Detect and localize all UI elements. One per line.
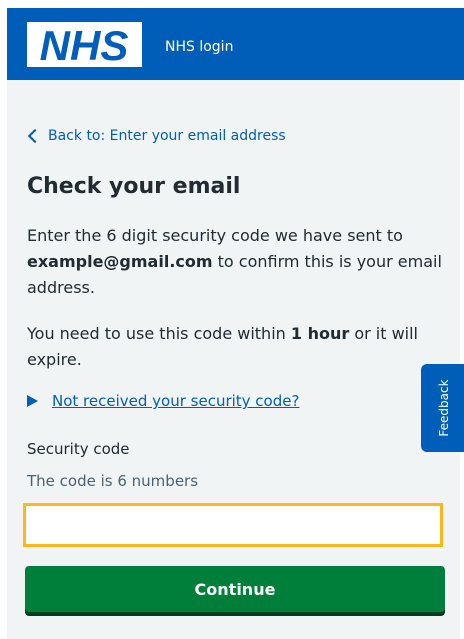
triangle-right-icon <box>27 395 38 407</box>
expiry-duration: 1 hour <box>290 324 350 343</box>
chevron-left-icon <box>27 128 43 144</box>
main-content: Back to: Enter your email address Check … <box>7 80 464 639</box>
nhs-logo-text: NHS <box>40 22 129 67</box>
details-summary[interactable]: Not received your security code? <box>52 392 299 410</box>
expiry-text-start: You need to use this code within <box>27 324 291 343</box>
back-link[interactable]: Back to: Enter your email address <box>27 128 286 144</box>
security-code-hint: The code is 6 numbers <box>27 472 199 490</box>
email-address: example@gmail.com <box>27 252 213 271</box>
site-header: NHS NHS login <box>7 8 464 80</box>
code-help-details[interactable]: Not received your security code? <box>27 392 299 410</box>
nhs-logo[interactable]: NHS <box>27 22 142 67</box>
intro-text: Enter the 6 digit security code we have … <box>27 223 447 301</box>
page-title: Check your email <box>27 174 241 199</box>
nhs-logo-mark: NHS <box>27 22 142 67</box>
intro-text-start: Enter the 6 digit security code we have … <box>27 226 403 245</box>
expiry-text: You need to use this code within 1 hour … <box>27 321 447 373</box>
security-code-input[interactable] <box>23 503 443 547</box>
feedback-tab[interactable]: Feedback <box>421 364 464 452</box>
security-code-label: Security code <box>27 440 130 458</box>
continue-button[interactable]: Continue <box>25 566 445 612</box>
service-name[interactable]: NHS login <box>165 39 233 55</box>
feedback-label: Feedback <box>437 379 451 437</box>
back-link-label: Back to: Enter your email address <box>48 128 286 144</box>
